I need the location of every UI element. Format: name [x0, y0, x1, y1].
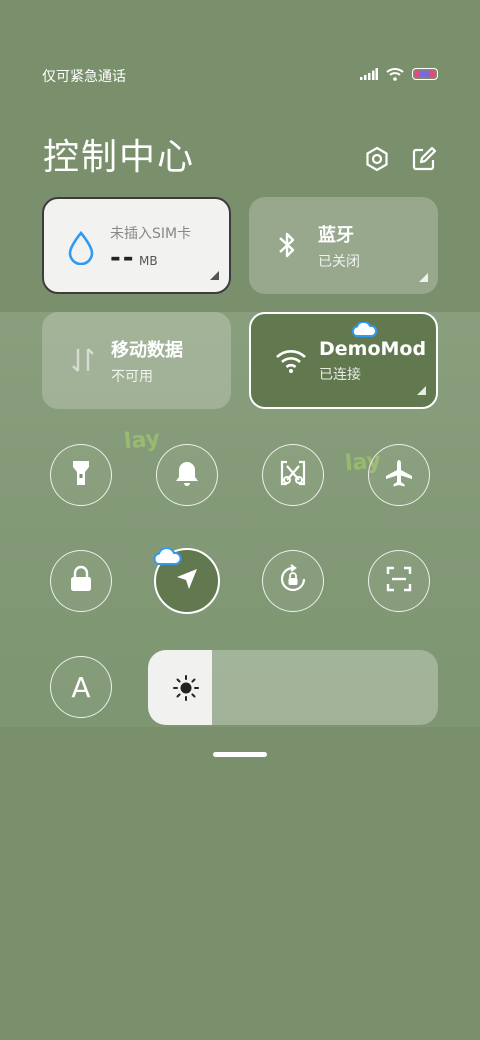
wifi-icon — [275, 348, 307, 378]
wifi-tile[interactable]: DemoMod 已连接 — [249, 312, 438, 409]
mobile-data-tile[interactable]: 移动数据 不可用 — [42, 312, 231, 409]
status-bar: 仅可紧急通话 — [42, 64, 438, 88]
font-size-icon: A — [71, 670, 91, 704]
scanner-toggle[interactable] — [368, 550, 430, 612]
mobile-data-icon — [70, 345, 96, 379]
scan-icon — [384, 564, 414, 598]
silent-toggle[interactable] — [156, 444, 218, 506]
bluetooth-label: 蓝牙 — [318, 225, 354, 246]
data-usage-tile[interactable]: 未插入SIM卡 -- MB — [42, 197, 231, 294]
data-usage-value: -- — [110, 243, 136, 273]
bluetooth-icon — [275, 229, 299, 265]
battery-icon — [412, 68, 438, 84]
cloud-badge-icon — [350, 320, 378, 342]
cloud-badge-icon — [152, 547, 182, 570]
mobile-data-label: 移动数据 — [111, 340, 183, 361]
wifi-status-icon — [386, 67, 404, 85]
airplane-toggle[interactable] — [368, 444, 430, 506]
dismiss-handle[interactable] — [213, 752, 267, 757]
rotation-lock-toggle[interactable] — [262, 550, 324, 612]
lock-icon — [68, 565, 94, 597]
rotation-lock-icon — [277, 563, 309, 599]
lock-screen-toggle[interactable] — [50, 550, 112, 612]
flashlight-toggle[interactable] — [50, 444, 112, 506]
data-usage-unit: MB — [139, 254, 158, 268]
water-drop-icon — [66, 230, 96, 269]
expand-corner-icon — [417, 386, 426, 395]
bluetooth-tile[interactable]: 蓝牙 已关闭 — [249, 197, 438, 294]
sim-status-label: 未插入SIM卡 — [110, 226, 192, 242]
font-size-button[interactable]: A — [50, 656, 112, 718]
page-title: 控制中心 — [43, 137, 196, 178]
screenshot-icon — [278, 458, 308, 492]
expand-corner-icon — [419, 273, 428, 282]
wallpaper-doodle: lay — [122, 426, 162, 455]
edit-icon[interactable] — [409, 144, 439, 174]
mobile-data-status: 不可用 — [111, 369, 153, 385]
location-icon — [174, 566, 200, 596]
brightness-slider[interactable] — [148, 650, 438, 725]
bell-icon — [174, 459, 200, 491]
screenshot-toggle[interactable] — [262, 444, 324, 506]
carrier-text: 仅可紧急通话 — [42, 69, 126, 85]
sun-icon — [172, 674, 200, 706]
expand-corner-icon — [210, 271, 219, 280]
airplane-icon — [384, 458, 414, 492]
signal-icon — [360, 68, 378, 84]
bluetooth-status: 已关闭 — [318, 254, 360, 270]
flashlight-icon — [69, 458, 93, 492]
wifi-status: 已连接 — [319, 367, 361, 383]
settings-icon[interactable] — [362, 144, 392, 174]
